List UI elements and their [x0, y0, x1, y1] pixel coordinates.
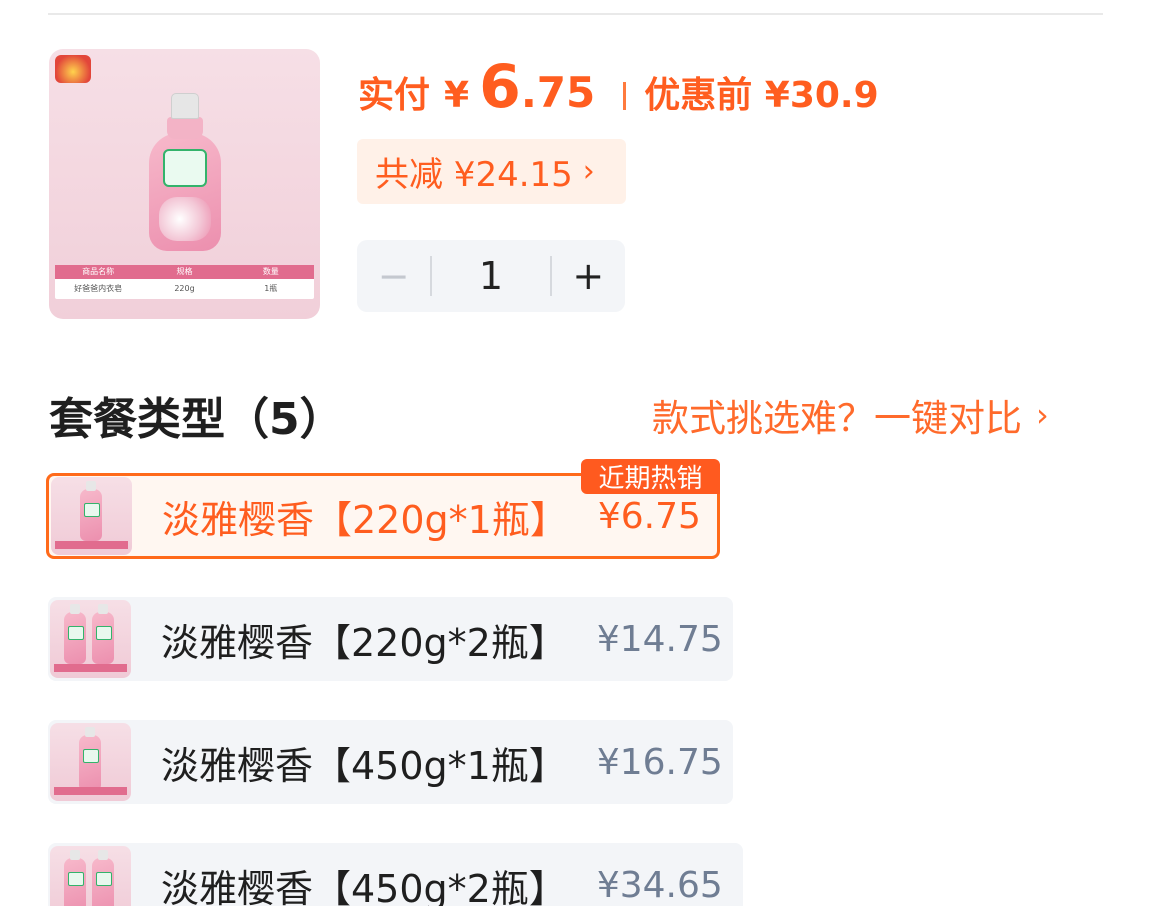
package-thumbnail — [51, 477, 132, 555]
package-thumbnail — [50, 600, 131, 678]
quantity-stepper: − 1 + — [357, 240, 625, 312]
package-name: 淡雅樱香【450g*2瓶】 — [161, 866, 567, 906]
package-price: ¥34.65 — [596, 864, 723, 906]
package-price: ¥14.75 — [596, 618, 723, 660]
package-thumbnail — [50, 846, 131, 906]
hot-sale-badge: 近期热销 — [581, 459, 720, 494]
original-price: 优惠前 ¥30.9 — [644, 75, 879, 116]
package-price: ¥6.75 — [597, 495, 701, 537]
decrement-button[interactable]: − — [357, 254, 430, 298]
increment-button[interactable]: + — [552, 254, 625, 298]
price-separator — [623, 82, 627, 110]
product-spec-table: 商品名称 规格 数量 好爸爸内衣皂 220g 1瓶 — [55, 265, 314, 299]
brand-logo — [55, 55, 91, 83]
compare-text: 款式挑选难？一键对比 — [652, 397, 1022, 440]
quantity-value[interactable]: 1 — [432, 254, 549, 298]
package-option[interactable]: 淡雅樱香【450g*1瓶】 ¥16.75 — [48, 720, 733, 804]
currency-symbol: ¥ — [444, 75, 470, 116]
price-line: 实付 ¥ 6 .75 优惠前 ¥30.9 — [358, 52, 879, 124]
price-integer: 6 — [479, 52, 521, 122]
spec-header-name: 商品名称 — [82, 267, 115, 276]
spec-value-qty: 1瓶 — [264, 284, 278, 293]
product-image[interactable]: 商品名称 规格 数量 好爸爸内衣皂 220g 1瓶 — [49, 49, 320, 319]
package-name: 淡雅樱香【220g*2瓶】 — [161, 620, 567, 665]
bottle-illustration — [149, 93, 221, 253]
compare-link[interactable]: 款式挑选难？一键对比 › — [652, 388, 1049, 442]
package-price: ¥16.75 — [596, 741, 723, 783]
package-option[interactable]: 淡雅樱香【220g*2瓶】 ¥14.75 — [48, 597, 733, 681]
spec-header-qty: 数量 — [262, 267, 279, 276]
top-divider — [48, 13, 1103, 15]
spec-value-size: 220g — [174, 284, 195, 293]
price-decimal: .75 — [520, 68, 596, 117]
package-name: 淡雅樱香【220g*1瓶】 — [162, 497, 568, 542]
package-thumbnail — [50, 723, 131, 801]
chevron-right-icon: › — [582, 154, 595, 189]
package-option[interactable]: 淡雅樱香【450g*2瓶】 ¥34.65 — [48, 843, 743, 906]
package-name: 淡雅樱香【450g*1瓶】 — [161, 743, 567, 788]
chevron-right-icon: › — [1036, 396, 1049, 434]
spec-value-name: 好爸爸内衣皂 — [74, 284, 123, 293]
paid-label: 实付 — [358, 75, 431, 116]
spec-header-size: 规格 — [176, 267, 193, 276]
package-type-title: 套餐类型（5） — [49, 394, 344, 445]
discount-text: 共减 ¥24.15 — [375, 155, 573, 195]
discount-chip[interactable]: 共减 ¥24.15 › — [357, 139, 626, 204]
